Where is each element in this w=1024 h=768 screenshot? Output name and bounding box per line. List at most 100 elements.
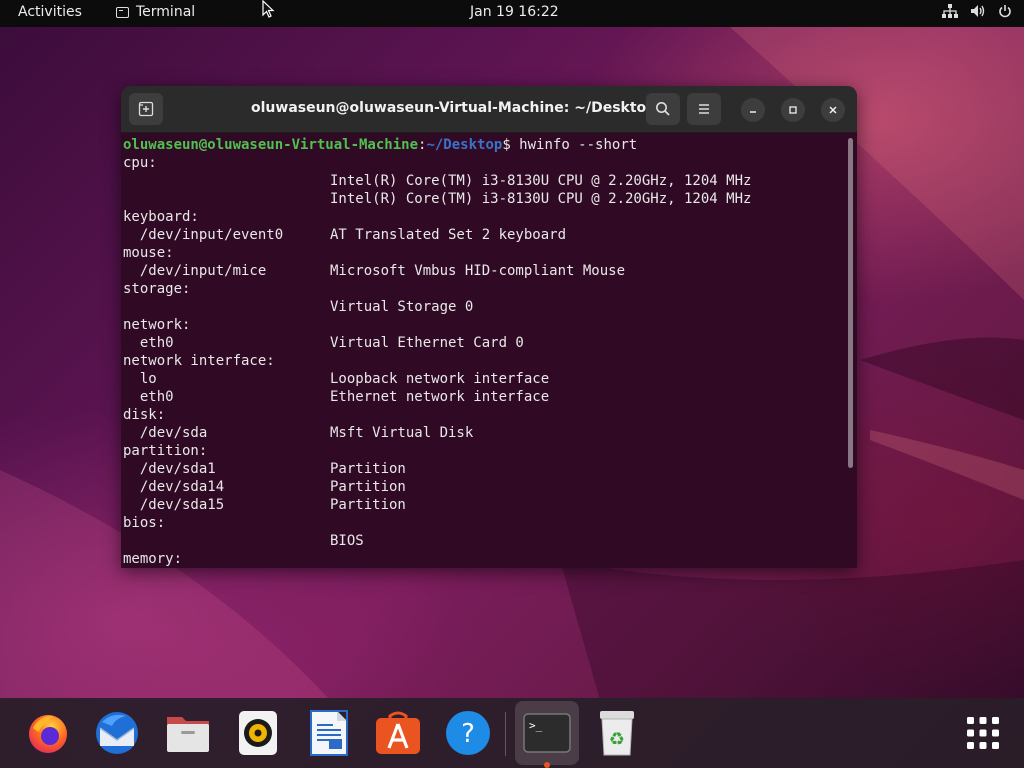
output-line: disk:	[123, 406, 845, 424]
device-path: network interface:	[123, 353, 275, 369]
app-menu-label: Terminal	[136, 4, 196, 20]
output-line: lo Loopback network interface	[123, 370, 845, 388]
scrollbar[interactable]	[848, 138, 853, 468]
output-line: network interface:	[123, 352, 845, 370]
output-line: Virtual Storage 0	[123, 298, 845, 316]
terminal-app-icon	[116, 6, 129, 18]
output-line: /dev/sda Msft Virtual Disk	[123, 424, 845, 442]
dock: ? >_ ♻	[0, 698, 1024, 768]
device-path: /dev/input/event0	[123, 227, 284, 243]
app-menu-button[interactable]: Terminal	[116, 4, 195, 20]
output-line: cpu:	[123, 154, 845, 172]
device-path: /dev/input/mice	[123, 263, 267, 279]
output-line: /dev/input/event0 AT Translated Set 2 key…	[123, 226, 845, 244]
firefox-icon[interactable]	[23, 708, 73, 758]
maximize-icon	[789, 106, 797, 114]
help-icon[interactable]: ?	[443, 708, 493, 758]
recycle-symbol: ♻	[609, 729, 625, 750]
dock-separator	[505, 712, 506, 756]
prompt-path: ~/Desktop	[426, 137, 503, 153]
trash-icon[interactable]: ♻	[592, 708, 642, 758]
system-tray[interactable]	[942, 4, 1012, 18]
help-symbol: ?	[461, 719, 475, 749]
device-description: Virtual Ethernet Card 0	[330, 335, 524, 351]
thunderbird-icon[interactable]	[92, 708, 142, 758]
output-line: /dev/sda15 Partition	[123, 496, 845, 514]
command-text: hwinfo --short	[519, 137, 638, 153]
device-path: storage:	[123, 281, 191, 297]
output-lines: cpu: Intel(R) Core(TM) i3-8130U CPU @ 2.2…	[123, 154, 845, 568]
device-path: lo	[123, 371, 157, 387]
rhythmbox-icon[interactable]	[233, 708, 283, 758]
search-icon	[656, 102, 670, 116]
device-path: disk:	[123, 407, 166, 423]
device-description: AT Translated Set 2 keyboard	[330, 227, 567, 243]
running-indicator	[544, 762, 550, 768]
device-description: Partition	[330, 461, 406, 477]
device-path: keyboard:	[123, 209, 199, 225]
terminal-icon[interactable]: >_	[522, 708, 572, 758]
prompt-user: oluwaseun@oluwaseun-Virtual-Machine	[123, 137, 419, 153]
hamburger-menu-icon	[699, 104, 709, 114]
device-path: partition:	[123, 443, 208, 459]
device-path: eth0	[123, 389, 174, 405]
device-description: Intel(R) Core(TM) i3-8130U CPU @ 2.20GHz…	[330, 173, 752, 189]
device-path: cpu:	[123, 155, 157, 171]
minimize-button[interactable]	[741, 98, 765, 122]
device-description: Partition	[330, 497, 406, 513]
activities-button[interactable]: Activities	[18, 4, 82, 20]
network-icon[interactable]	[942, 4, 958, 18]
device-path: bios:	[123, 515, 166, 531]
output-line: Intel(R) Core(TM) i3-8130U CPU @ 2.20GHz…	[123, 172, 845, 190]
output-line: partition:	[123, 442, 845, 460]
output-line: storage:	[123, 280, 845, 298]
mouse-cursor-icon	[262, 0, 275, 18]
device-description: Msft Virtual Disk	[330, 425, 474, 441]
output-line: Intel(R) Core(TM) i3-8130U CPU @ 2.20GHz…	[123, 190, 845, 208]
output-line: /dev/sda14 Partition	[123, 478, 845, 496]
device-description: BIOS	[330, 533, 364, 549]
prompt-symbol: $	[502, 137, 520, 153]
volume-icon[interactable]	[970, 4, 986, 18]
device-description: Loopback network interface	[330, 371, 550, 387]
close-icon	[829, 106, 837, 114]
output-line: /dev/input/mice Microsoft Vmbus HID-compl…	[123, 262, 845, 280]
output-line: network:	[123, 316, 845, 334]
files-icon[interactable]	[163, 708, 213, 758]
output-line: BIOS	[123, 532, 845, 550]
output-line: keyboard:	[123, 208, 845, 226]
libreoffice-writer-icon[interactable]	[304, 708, 354, 758]
show-apps-icon[interactable]	[958, 708, 1008, 758]
device-path: memory:	[123, 551, 183, 567]
new-tab-button[interactable]	[129, 93, 163, 125]
terminal-prompt-symbol: >_	[529, 719, 543, 732]
close-button[interactable]	[821, 98, 845, 122]
prompt-line: oluwaseun@oluwaseun-Virtual-Machine:~/De…	[123, 136, 845, 154]
window-title: oluwaseun@oluwaseun-Virtual-Machine: ~/D…	[251, 100, 657, 116]
output-line: mouse:	[123, 244, 845, 262]
search-button[interactable]	[646, 93, 680, 125]
device-description: Intel(R) Core(TM) i3-8130U CPU @ 2.20GHz…	[330, 191, 752, 207]
output-line: /dev/sda1 Partition	[123, 460, 845, 478]
clock[interactable]: Jan 19 16:22	[470, 4, 559, 20]
output-line: bios:	[123, 514, 845, 532]
output-line: memory:	[123, 550, 845, 568]
device-description: Microsoft Vmbus HID-compliant Mouse	[330, 263, 626, 279]
device-description: Virtual Storage 0	[330, 299, 474, 315]
output-line: eth0 Virtual Ethernet Card 0	[123, 334, 845, 352]
top-bar: Activities Terminal Jan 19 16:22	[0, 0, 1024, 27]
maximize-button[interactable]	[781, 98, 805, 122]
device-path: /dev/sda	[123, 425, 208, 441]
terminal-output[interactable]: oluwaseun@oluwaseun-Virtual-Machine:~/De…	[121, 133, 845, 568]
device-description: Partition	[330, 479, 406, 495]
terminal-window[interactable]: oluwaseun@oluwaseun-Virtual-Machine: ~/D…	[121, 86, 857, 568]
device-path: mouse:	[123, 245, 174, 261]
power-icon[interactable]	[998, 4, 1012, 18]
minimize-icon	[750, 111, 756, 113]
device-description: Ethernet network interface	[330, 389, 550, 405]
window-header-bar[interactable]: oluwaseun@oluwaseun-Virtual-Machine: ~/D…	[121, 86, 857, 133]
hamburger-menu-button[interactable]	[687, 93, 721, 125]
device-path: /dev/sda15	[123, 497, 225, 513]
software-icon[interactable]	[373, 708, 423, 758]
device-path: network:	[123, 317, 191, 333]
